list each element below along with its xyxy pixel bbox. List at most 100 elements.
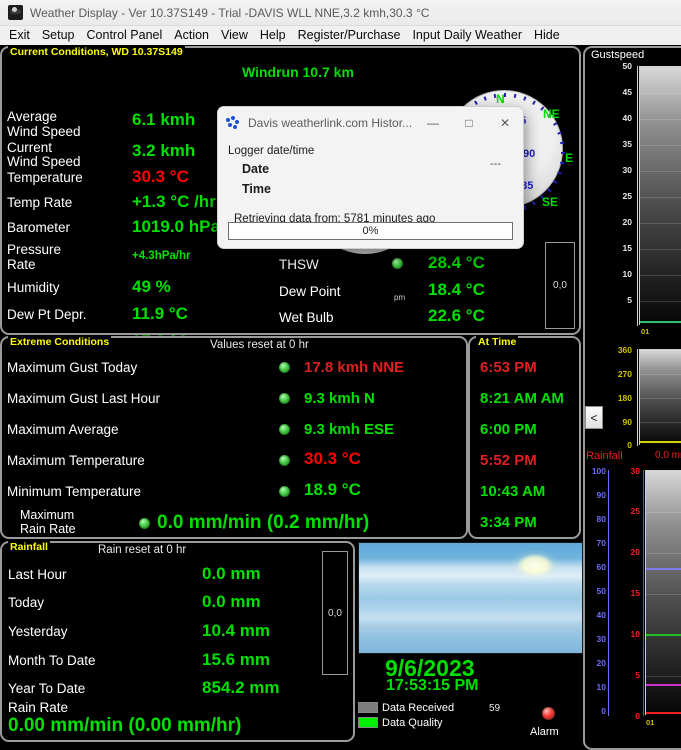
menu-item-input-daily-weather[interactable]: Input Daily Weather: [406, 26, 528, 45]
menu-item-action[interactable]: Action: [168, 26, 215, 45]
uv-bar-value: 0,0: [553, 280, 567, 291]
label-maximum-average: Maximum Average: [7, 422, 119, 437]
compass-tick: [560, 162, 564, 165]
menu-item-register-purchase[interactable]: Register/Purchase: [292, 26, 407, 45]
rainfall-panel: Rainfall Rain reset at 0 hr Last Hour 0.…: [0, 541, 355, 742]
window-titlebar: Weather Display - Ver 10.37S149 - Trial …: [0, 0, 681, 26]
compass-tick: [553, 122, 557, 126]
value-temp-rate: +1.3 °C /hr: [132, 193, 216, 211]
alarm-led-icon[interactable]: [542, 707, 555, 720]
menu-item-exit[interactable]: Exit: [3, 26, 36, 45]
value-barometer: 1019.0 hPa: [132, 218, 220, 236]
extreme-conditions-subtitle: Values reset at 0 hr: [210, 339, 309, 351]
menu-item-help[interactable]: Help: [254, 26, 292, 45]
rainfall-subtitle: Rain reset at 0 hr: [98, 544, 186, 556]
value-maximum-temperature: 30.3 °C: [304, 450, 361, 468]
label-maximum-rain-rate-line2: Rain Rate: [20, 522, 76, 537]
extreme-conditions-legend: Extreme Conditions: [8, 336, 111, 348]
winddirection-tick-360: 360: [604, 346, 632, 355]
compass-point-se: SE: [542, 195, 558, 209]
compass-tick: [560, 142, 564, 145]
label-dew-pt-depr: Dew Pt Depr.: [7, 307, 87, 322]
uv-bar-gauge[interactable]: 0,0: [545, 242, 575, 329]
gustspeed-xlabel: 01: [641, 327, 649, 336]
value-maximum-gust-last-hour: 9.3 kmh N: [304, 390, 375, 408]
windrun-value: Windrun 10.7 km: [242, 64, 354, 80]
rain-bar-gauge[interactable]: 0,0: [322, 551, 348, 675]
gustspeed-tick-25: 25: [606, 192, 632, 201]
compass-tick: [553, 180, 557, 184]
label-wet-bulb: Wet Bulb: [279, 310, 334, 325]
rainfall-right-tick-30: 30: [618, 467, 640, 476]
compass-tick: [532, 201, 536, 205]
max-gust-last-hour-led-icon: [279, 393, 290, 404]
value-pressure-rate: +4.3hPa/hr: [132, 247, 191, 265]
dialog-close-button[interactable]: ✕: [487, 107, 523, 138]
rainfall-series-rain: [646, 712, 681, 714]
current-time: 17:53:15 PM: [386, 677, 479, 695]
compass-point-e: E: [565, 151, 573, 165]
value-current-wind-speed: 3.2 kmh: [132, 142, 195, 160]
at-time-panel: At Time 6:53 PM 8:21 AM AM 6:00 PM 5:52 …: [468, 336, 581, 539]
rainfall-left-tick-30: 30: [582, 635, 606, 644]
davis-logo-icon: [226, 116, 240, 130]
dialog-body: Logger date/time Date Time --- Retrievin…: [218, 138, 523, 235]
label-humidity: Humidity: [7, 280, 60, 295]
value-maximum-average: 9.3 kmh ESE: [304, 421, 394, 439]
value-thsw: 28.4 °C: [428, 254, 485, 272]
packet-counter: 59: [489, 703, 500, 714]
compass-point-ne: NE: [543, 107, 560, 121]
value-average-wind-speed: 6.1 kmh: [132, 111, 195, 129]
data-received-label: Data Received: [382, 702, 454, 714]
rainfall-right-axis: [643, 470, 644, 716]
rainfall-graph[interactable]: [645, 470, 681, 715]
time-maximum-gust-today: 6:53 PM: [480, 359, 537, 377]
label-rain-today: Today: [8, 595, 44, 610]
dialog-minimize-button[interactable]: —: [415, 107, 451, 138]
gustspeed-tick-45: 45: [606, 88, 632, 97]
label-barometer: Barometer: [7, 220, 70, 235]
compass-tick: [557, 171, 561, 174]
data-quality-swatch: [358, 717, 378, 728]
rainfall-left-tick-70: 70: [582, 539, 606, 548]
dialog-section-label: Logger date/time: [228, 144, 513, 159]
gustspeed-tick-10: 10: [606, 270, 632, 279]
rainfall-legend: Rainfall: [8, 541, 50, 553]
current-conditions-legend: Current Conditions, WD 10.37S149: [8, 46, 185, 58]
gustspeed-graph[interactable]: [639, 66, 681, 325]
dialog-progress-bar: 0%: [228, 222, 513, 240]
value-maximum-gust-today: 17.8 kmh NNE: [304, 359, 404, 377]
rainfall-right-tick-20: 20: [618, 548, 640, 557]
menu-item-view[interactable]: View: [215, 26, 254, 45]
min-temperature-led-icon: [279, 486, 290, 497]
value-humidity: 49 %: [132, 278, 171, 296]
dialog-title: Davis weatherlink.com Histor...: [248, 116, 415, 130]
value-rain-today: 0.0 mm: [202, 593, 261, 611]
time-maximum-average: 6:00 PM: [480, 421, 537, 439]
time-maximum-gust-last-hour: 8:21 AM AM: [480, 390, 564, 408]
menu-item-control-panel[interactable]: Control Panel: [81, 26, 169, 45]
label-rain-yesterday: Yesterday: [8, 624, 68, 639]
value-dew-point: 18.4 °C: [428, 281, 485, 299]
winddirection-axis: [637, 349, 638, 446]
value-rain-rate: 0.00 mm/min (0.00 mm/hr): [8, 717, 241, 735]
dialog-value-placeholder: ---: [490, 158, 501, 170]
winddirection-tick-180: 180: [604, 394, 632, 403]
compass-degree-90: 90: [523, 148, 535, 160]
menu-item-setup[interactable]: Setup: [36, 26, 81, 45]
winddirection-series-line: [640, 441, 681, 443]
compass-tick: [557, 132, 561, 135]
value-wet-bulb: 22.6 °C: [428, 307, 485, 325]
winddirection-graph[interactable]: [639, 349, 681, 445]
dialog-maximize-button[interactable]: □: [451, 107, 487, 138]
label-dew-point: Dew Point: [279, 284, 341, 299]
rainfall-right-tick-5: 5: [618, 671, 640, 680]
label-maximum-gust-today: Maximum Gust Today: [7, 360, 137, 375]
collapse-sidebar-button[interactable]: <: [585, 406, 603, 429]
label-average-wind-speed-line1: Average: [7, 109, 57, 124]
dialog-titlebar[interactable]: Davis weatherlink.com Histor... — □ ✕: [218, 107, 523, 138]
time-minimum-temperature: 10:43 AM: [480, 483, 545, 501]
value-temperature: 30.3 °C: [132, 168, 189, 186]
menu-item-hide[interactable]: Hide: [528, 26, 566, 45]
alarm-label: Alarm: [530, 726, 559, 738]
